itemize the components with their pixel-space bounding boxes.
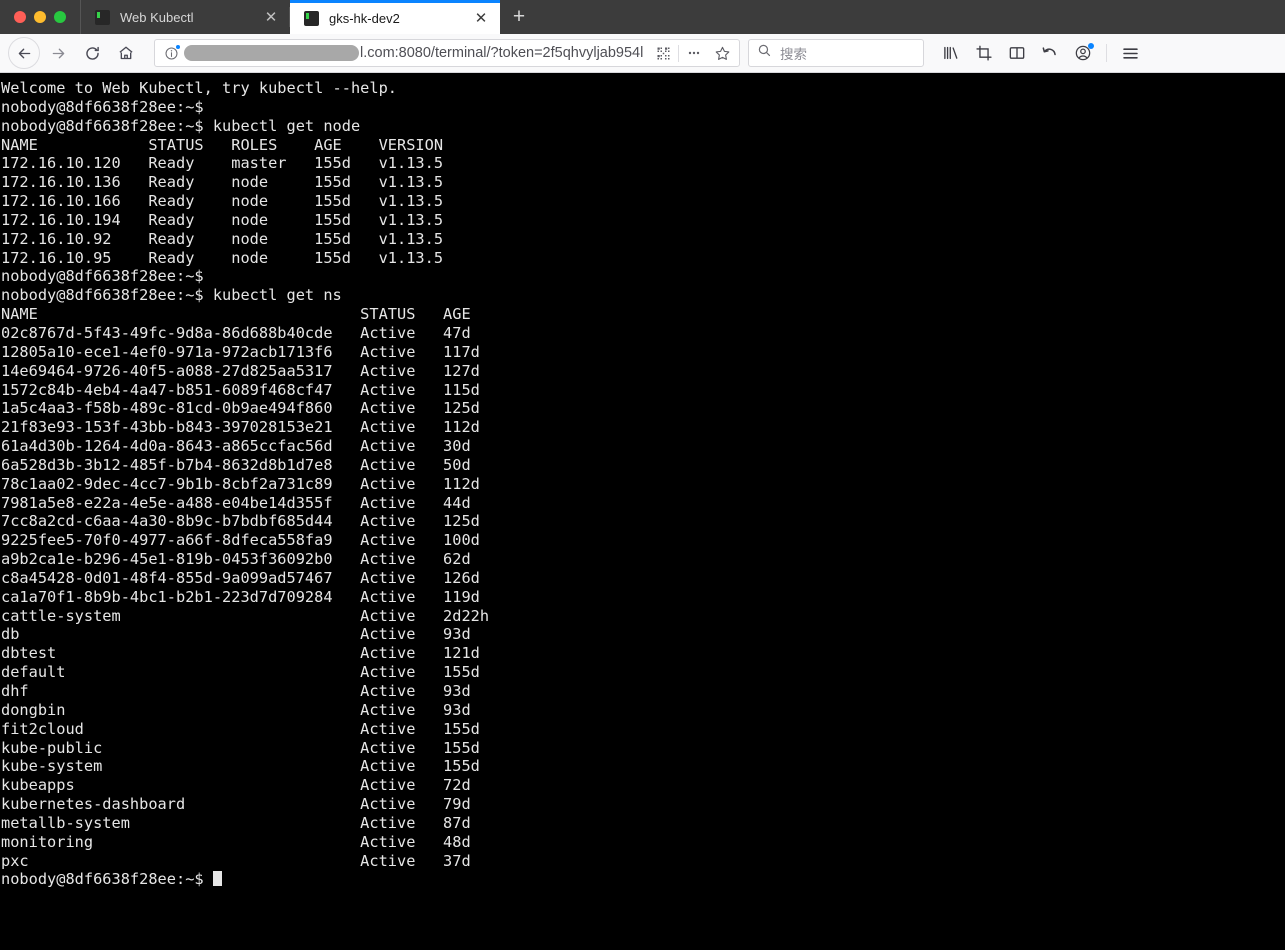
back-button[interactable]: [8, 37, 40, 69]
terminal-line: dongbin Active 93d: [1, 700, 471, 719]
bookmark-star-icon[interactable]: [709, 41, 735, 65]
info-badge: [176, 44, 180, 49]
terminal-line: 61a4d30b-1264-4d0a-8643-a865ccfac56d Act…: [1, 437, 471, 456]
terminal-line: c8a45428-0d01-48f4-855d-9a099ad57467 Act…: [1, 568, 480, 587]
screenshot-button[interactable]: [969, 38, 999, 68]
reload-icon: [85, 46, 99, 60]
terminal-line: nobody@8df6638f28ee:~$ kubectl get node: [1, 116, 361, 135]
terminal-line: 21f83e93-153f-43bb-b843-397028153e21 Act…: [1, 418, 480, 437]
divider: [678, 44, 679, 62]
terminal-line: 172.16.10.120 Ready master 155d v1.13.5: [1, 154, 444, 173]
page-actions-button[interactable]: [681, 41, 707, 65]
qr-code-icon[interactable]: [650, 41, 676, 65]
terminal-line: 02c8767d-5f43-49fc-9d8a-86d688b40cde Act…: [1, 323, 471, 342]
address-bar-actions: [650, 41, 735, 65]
terminal-line: nobody@8df6638f28ee:~$: [1, 97, 213, 116]
address-bar[interactable]: l.com:8080/terminal/?token=2f5qhvyljab95…: [154, 39, 740, 67]
tab-title: gks-hk-dev2: [329, 11, 400, 26]
reload-button[interactable]: [76, 37, 108, 69]
terminal-line: 78c1aa02-9dec-4cc7-9b1b-8cbf2a731c89 Act…: [1, 474, 480, 493]
search-icon: [757, 43, 772, 63]
terminal-cursor: [212, 871, 222, 887]
sidebar-icon: [1009, 47, 1025, 59]
terminal-line: dbtest Active 121d: [1, 644, 480, 663]
sync-button[interactable]: [1035, 38, 1065, 68]
terminal-line: cattle-system Active 2d22h: [1, 606, 490, 625]
navigation-toolbar: l.com:8080/terminal/?token=2f5qhvyljab95…: [0, 34, 1285, 73]
terminal-line: db Active 93d: [1, 625, 471, 644]
terminal-icon: [304, 11, 319, 26]
terminal-line: nobody@8df6638f28ee:~$: [1, 267, 213, 286]
terminal-output[interactable]: Welcome to Web Kubectl, try kubectl --he…: [0, 73, 1285, 950]
sync-icon: [1042, 47, 1056, 56]
terminal-line: Welcome to Web Kubectl, try kubectl --he…: [1, 79, 398, 97]
terminal-line: 14e69464-9726-40f5-a088-27d825aa5317 Act…: [1, 361, 480, 380]
arrow-left-icon: [18, 48, 30, 58]
terminal-line: 172.16.10.166 Ready node 155d v1.13.5: [1, 192, 444, 211]
terminal-line: kube-public Active 155d: [1, 738, 480, 757]
library-button[interactable]: [936, 38, 966, 68]
terminal-line: pxc Active 37d: [1, 851, 471, 870]
terminal-line: kube-system Active 155d: [1, 757, 480, 776]
tab-gks-hk-dev2[interactable]: gks-hk-dev2 ✕: [290, 0, 500, 34]
site-info-icon[interactable]: [164, 44, 180, 61]
account-badge: [1088, 43, 1094, 49]
terminal-line: dhf Active 93d: [1, 682, 471, 700]
terminal-line: default Active 155d: [1, 663, 480, 682]
browser-window: Web Kubectl ✕ gks-hk-dev2 ✕ + l.com:8080…: [0, 0, 1285, 950]
terminal-icon: [95, 9, 110, 25]
ellipsis-icon: [688, 51, 700, 55]
home-icon: [119, 46, 133, 60]
divider: [1106, 44, 1107, 62]
terminal-line: 6a528d3b-3b12-485f-b7b4-8632d8b1d7e8 Act…: [1, 455, 471, 474]
terminal-line: 172.16.10.194 Ready node 155d v1.13.5: [1, 210, 444, 229]
window-controls: [0, 0, 80, 34]
terminal-line: 172.16.10.136 Ready node 155d v1.13.5: [1, 173, 444, 192]
terminal-line: 172.16.10.92 Ready node 155d v1.13.5: [1, 229, 444, 248]
zoom-window-button[interactable]: [54, 11, 66, 23]
terminal-line: 1572c84b-4eb4-4a47-b851-6089f468cf47 Act…: [1, 380, 480, 399]
redacted-hostname: [184, 45, 359, 61]
app-menu-button[interactable]: [1115, 38, 1145, 68]
terminal-line: 12805a10-ece1-4ef0-971a-972acb1713f6 Act…: [1, 342, 480, 361]
close-icon[interactable]: ✕: [262, 8, 280, 26]
terminal-line: kubeapps Active 72d: [1, 776, 471, 795]
tab-web-kubectl[interactable]: Web Kubectl ✕: [80, 0, 290, 34]
terminal-line: 172.16.10.95 Ready node 155d v1.13.5: [1, 248, 444, 267]
home-button[interactable]: [110, 37, 142, 69]
terminal-line: fit2cloud Active 155d: [1, 719, 480, 738]
terminal-line: nobody@8df6638f28ee:~$ kubectl get ns: [1, 286, 342, 305]
terminal-line: monitoring Active 48d: [1, 832, 471, 851]
hamburger-menu-icon: [1122, 47, 1138, 59]
terminal-line: ca1a70f1-8b9b-4bc1-b2b1-223d7d709284 Act…: [1, 587, 480, 606]
terminal-line: NAME STATUS AGE: [1, 305, 471, 324]
tab-bar: Web Kubectl ✕ gks-hk-dev2 ✕ +: [0, 0, 1285, 34]
library-icon: [944, 46, 958, 60]
terminal-line: NAME STATUS ROLES AGE VERSION: [1, 135, 444, 154]
terminal-line: 7981a5e8-e22a-4e5e-a488-e04be14d355f Act…: [1, 493, 471, 512]
search-bar[interactable]: 搜索: [748, 39, 924, 67]
terminal-line: 7cc8a2cd-c6aa-4a30-8b9c-b7bdbf685d44 Act…: [1, 512, 480, 531]
forward-button[interactable]: [42, 37, 74, 69]
tab-title: Web Kubectl: [120, 9, 194, 25]
close-icon[interactable]: ✕: [472, 10, 490, 28]
terminal-line: 9225fee5-70f0-4977-a66f-8dfeca558fa9 Act…: [1, 531, 480, 550]
terminal-line: 1a5c4aa3-f58b-489c-81cd-0b9ae494f860 Act…: [1, 399, 480, 418]
new-tab-button[interactable]: +: [500, 0, 538, 34]
terminal-line: a9b2ca1e-b296-45e1-819b-0453f36092b0 Act…: [1, 550, 471, 569]
arrow-right-icon: [52, 48, 64, 58]
close-window-button[interactable]: [14, 11, 26, 23]
account-button[interactable]: [1068, 38, 1098, 68]
terminal-line: kubernetes-dashboard Active 79d: [1, 795, 471, 814]
terminal-line: metallb-system Active 87d: [1, 813, 471, 832]
browser-toolbar-actions: [936, 38, 1145, 68]
sidebar-button[interactable]: [1002, 38, 1032, 68]
minimize-window-button[interactable]: [34, 11, 46, 23]
terminal-line: nobody@8df6638f28ee:~$: [1, 870, 1285, 889]
search-placeholder: 搜索: [780, 47, 807, 62]
screenshot-icon: [976, 45, 992, 61]
url-text: l.com:8080/terminal/?token=2f5qhvyljab95…: [360, 45, 644, 61]
